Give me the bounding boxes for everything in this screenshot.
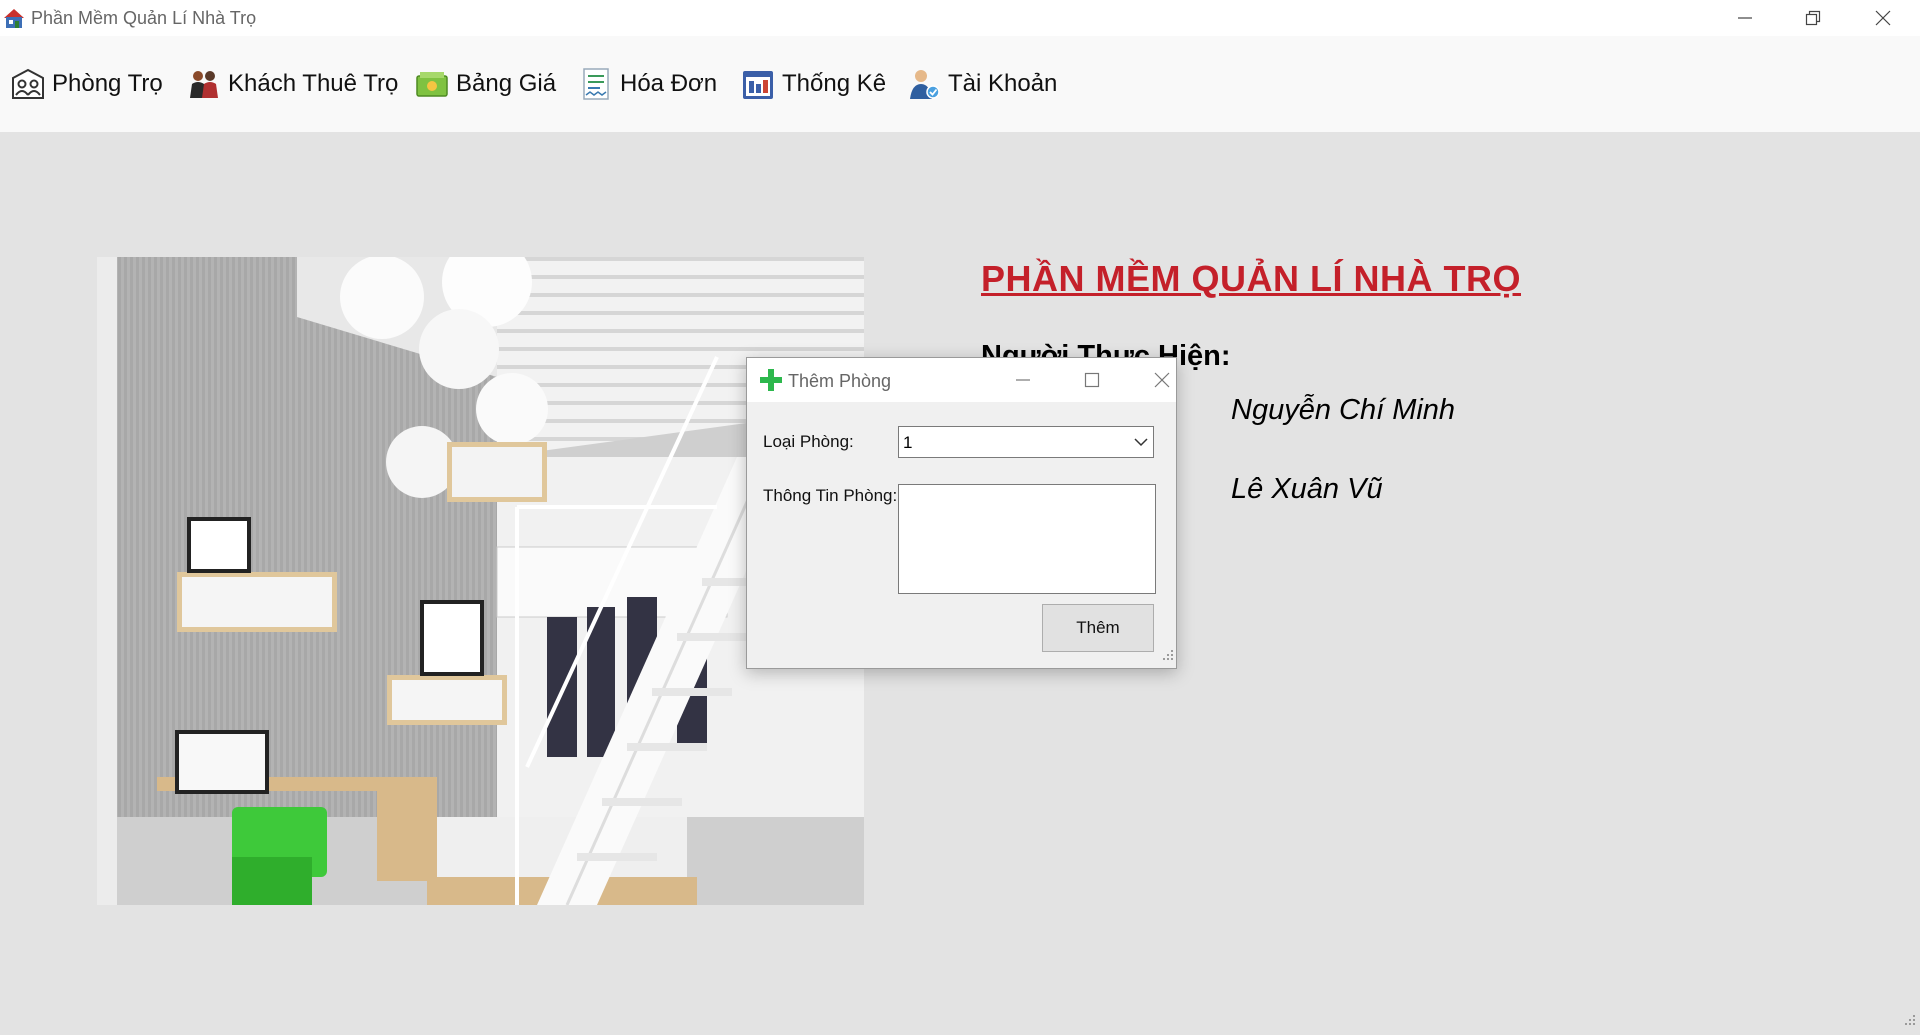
restore-icon [1805, 10, 1821, 26]
minimize-button[interactable] [1710, 0, 1780, 36]
room-type-label: Loại Phòng: [763, 432, 854, 451]
room-info-textarea[interactable] [898, 484, 1156, 594]
statistics-icon [740, 66, 776, 102]
menu-label: Bảng Giá [456, 70, 557, 97]
member-name: Lê Xuân Vũ [1231, 473, 1383, 505]
room-info-label: Thông Tin Phòng: [763, 486, 898, 505]
maximize-icon [1084, 372, 1100, 388]
room-type-select[interactable]: 1 [898, 426, 1154, 458]
app-heading: PHẦN MỀM QUẢN LÍ NHÀ TRỌ [981, 258, 1521, 299]
resize-grip-icon[interactable] [1162, 648, 1174, 666]
main-titlebar: Phần Mềm Quản Lí Nhà Trọ [0, 0, 1920, 36]
menu-label: Phòng Trọ [52, 70, 163, 97]
add-button[interactable]: Thêm [1042, 604, 1154, 652]
menu-label: Tài Khoản [948, 70, 1058, 97]
invoice-icon [578, 66, 614, 102]
tenants-icon [186, 66, 222, 102]
menu-label: Khách Thuê Trọ [228, 70, 399, 97]
close-button[interactable] [1848, 0, 1918, 36]
menu-item-account[interactable]: Tài Khoản [906, 64, 1057, 104]
rooms-icon [10, 66, 46, 102]
price-list-icon [414, 66, 450, 102]
minimize-icon [1016, 379, 1030, 381]
dialog-titlebar: Thêm Phòng [747, 358, 1176, 402]
member-name: Nguyễn Chí Minh [1231, 394, 1456, 426]
restore-button[interactable] [1778, 0, 1848, 36]
plus-icon [759, 368, 783, 392]
menu-strip: Phòng Trọ Khách Thuê Trọ Bảng Giá Hóa Đơ… [0, 36, 1920, 132]
room-type-value: 1 [903, 433, 913, 452]
menu-label: Hóa Đơn [620, 70, 718, 97]
minimize-icon [1738, 17, 1752, 19]
close-icon [1154, 372, 1170, 388]
menu-item-tenants[interactable]: Khách Thuê Trọ [186, 64, 398, 104]
account-icon [906, 66, 942, 102]
dialog-title: Thêm Phòng [788, 371, 892, 391]
dialog-close-button[interactable] [1140, 362, 1184, 398]
dialog-maximize-button[interactable] [1070, 362, 1114, 398]
menu-item-rooms[interactable]: Phòng Trọ [10, 64, 163, 104]
app-title: Phần Mềm Quản Lí Nhà Trọ [31, 8, 257, 28]
menu-label: Thống Kê [782, 70, 887, 97]
menu-item-price-list[interactable]: Bảng Giá [414, 64, 556, 104]
menu-item-statistics[interactable]: Thống Kê [740, 64, 886, 104]
dialog-minimize-button[interactable] [1001, 362, 1045, 398]
chevron-down-icon [1133, 435, 1149, 454]
menu-item-invoice[interactable]: Hóa Đơn [578, 64, 717, 104]
add-room-dialog: Thêm Phòng Loại Phòng: 1 Thông Tin Phòng… [746, 357, 1177, 669]
close-icon [1875, 10, 1891, 26]
house-icon [2, 6, 26, 30]
resize-grip-icon[interactable] [1904, 1013, 1916, 1031]
